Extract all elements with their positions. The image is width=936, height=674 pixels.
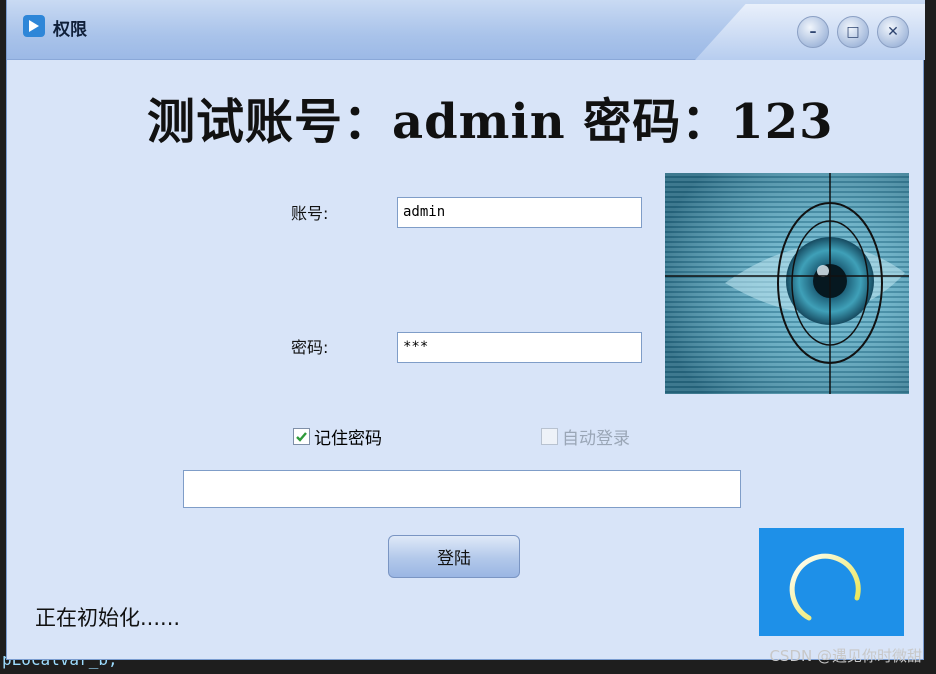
close-icon: ✕ bbox=[887, 24, 899, 40]
app-icon bbox=[23, 15, 45, 37]
account-input[interactable]: admin bbox=[397, 197, 642, 228]
loading-spinner-icon bbox=[789, 553, 861, 621]
status-field[interactable] bbox=[183, 470, 741, 508]
close-button[interactable]: ✕ bbox=[877, 16, 909, 48]
password-input[interactable]: *** bbox=[397, 332, 642, 363]
auto-login-label: 自动登录 bbox=[562, 429, 630, 449]
title-bar[interactable]: 权限 – □ ✕ bbox=[7, 0, 925, 60]
checkmark-icon bbox=[296, 432, 307, 442]
test-credentials-headline: 测试账号：admin 密码：123 bbox=[147, 94, 834, 150]
login-window: 权限 – □ ✕ 测试账号：admin 密码：123 账号: admin 密码:… bbox=[6, 0, 925, 660]
maximize-icon: □ bbox=[846, 24, 860, 40]
minimize-icon: – bbox=[809, 24, 817, 40]
login-button[interactable]: 登陆 bbox=[388, 535, 520, 578]
watermark-text: CSDN @遇见你时微甜 bbox=[769, 647, 922, 665]
loading-spinner-panel bbox=[759, 528, 904, 636]
status-text: 正在初始化...... bbox=[35, 606, 181, 630]
minimize-button[interactable]: – bbox=[797, 16, 829, 48]
remember-password-checkbox[interactable]: 记住密码 bbox=[293, 424, 382, 449]
auto-login-checkbox-box[interactable] bbox=[541, 428, 558, 445]
auto-login-checkbox[interactable]: 自动登录 bbox=[541, 424, 630, 449]
account-label: 账号: bbox=[291, 204, 329, 223]
window-title: 权限 bbox=[53, 20, 87, 40]
maximize-button[interactable]: □ bbox=[837, 16, 869, 48]
remember-checkbox-box[interactable] bbox=[293, 428, 310, 445]
password-label: 密码: bbox=[291, 338, 329, 357]
eye-scan-image bbox=[665, 173, 909, 394]
remember-password-label: 记住密码 bbox=[314, 429, 382, 449]
